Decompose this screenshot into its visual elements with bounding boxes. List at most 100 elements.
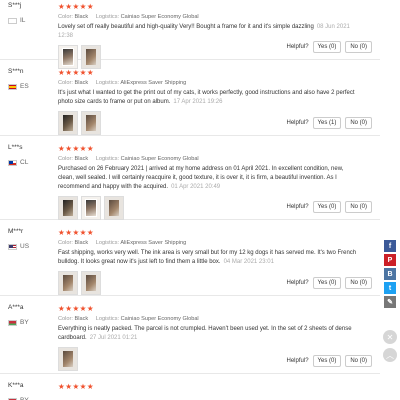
reviewer-name: M***r [8, 228, 24, 235]
review-meta: Color: Black Logistics: AliExpress Saver… [58, 240, 372, 246]
helpful-label: Helpful? [286, 44, 309, 50]
reviewer-info: K***a BY [0, 382, 46, 400]
flag-icon [8, 159, 17, 166]
review-photo[interactable] [58, 111, 78, 135]
helpful-vote: Helpful? Yes (0) No (0) [287, 201, 372, 213]
helpful-no-button[interactable]: No (0) [345, 277, 372, 289]
reviewer-country: IL [8, 17, 46, 24]
reviewer-name: S***n [8, 68, 24, 75]
flag-icon [8, 243, 17, 250]
review-photo[interactable] [58, 347, 78, 371]
color-label: Color: [58, 156, 73, 162]
review-photo[interactable] [58, 271, 78, 295]
review-item: M***r US ★★★★★ Color: Black Logistics: A… [0, 220, 380, 296]
helpful-no-button[interactable]: No (0) [345, 355, 372, 367]
review-item: L***s CL ★★★★★ Color: Black Logistics: C… [0, 136, 380, 220]
color-value: Black [74, 80, 89, 86]
country-code: IL [20, 17, 26, 24]
helpful-no-button[interactable]: No (0) [345, 41, 372, 53]
star-rating: ★★★★★ [58, 144, 95, 153]
helpful-label: Helpful? [286, 358, 309, 364]
logistics-label: Logistics: [95, 240, 120, 246]
reviewer-info: M***r US [0, 228, 46, 289]
country-code: US [20, 243, 30, 250]
helpful-yes-button[interactable]: Yes (0) [312, 41, 342, 53]
reviewer-info: L***s CL [0, 144, 46, 213]
reviewer-name: A***a [8, 304, 24, 311]
reviewer-country: ES [8, 83, 46, 90]
reviewer-name: S***j [8, 2, 22, 9]
review-text: It's just what I wanted to get the print… [58, 89, 358, 107]
review-body: Fast shipping, works very well. The ink … [58, 250, 357, 265]
helpful-vote: Helpful? Yes (0) No (0) [287, 41, 372, 53]
flag-icon [8, 83, 17, 90]
review-photo[interactable] [81, 196, 101, 220]
helpful-label: Helpful? [286, 120, 309, 126]
logistics-label: Logistics: [95, 156, 120, 162]
review-photo[interactable] [58, 196, 78, 220]
helpful-no-button[interactable]: No (0) [345, 117, 372, 129]
review-text: Fast shipping, works very well. The ink … [58, 249, 358, 267]
helpful-yes-button[interactable]: Yes (0) [312, 277, 342, 289]
twitter-icon[interactable]: t [384, 282, 396, 294]
star-rating: ★★★★★ [58, 228, 95, 237]
helpful-vote: Helpful? Yes (0) No (0) [287, 277, 372, 289]
color-label: Color: [58, 316, 73, 322]
logistics-value: AliExpress Saver Shipping [120, 80, 187, 86]
scroll-top-icon[interactable]: ︿ [383, 348, 397, 362]
review-photo[interactable] [104, 196, 124, 220]
helpful-vote: Helpful? Yes (1) No (0) [287, 117, 372, 129]
review-text: Lovely set off really beautiful and high… [58, 23, 358, 41]
review-meta: Color: Black Logistics: Cainiao Super Ec… [58, 14, 372, 20]
review-text: Purchased on 26 February 2021 | arrived … [58, 165, 358, 192]
review-photo[interactable] [81, 271, 101, 295]
country-code: CL [20, 159, 29, 166]
color-value: Black [74, 156, 89, 162]
helpful-yes-button[interactable]: Yes (1) [312, 117, 342, 129]
review-meta: Color: Black Logistics: Cainiao Super Ec… [58, 156, 372, 162]
reviewer-info: A***a BY [0, 304, 46, 367]
edit-icon[interactable]: ✎ [384, 296, 396, 308]
color-label: Color: [58, 80, 73, 86]
reviewer-info: S***j IL [0, 2, 46, 53]
color-value: Black [74, 240, 89, 246]
review-item: K***a BY ★★★★★ [0, 374, 380, 400]
reviewer-country: BY [8, 319, 46, 326]
share-bar: f P B t ✎ [384, 240, 396, 308]
review-item: A***a BY ★★★★★ Color: Black Logistics: C… [0, 296, 380, 374]
review-photo[interactable] [81, 111, 101, 135]
pinterest-icon[interactable]: P [384, 254, 396, 266]
vk-icon[interactable]: B [384, 268, 396, 280]
review-date: 01 Apr 2021 20:49 [171, 184, 221, 190]
review-meta: Color: Black Logistics: AliExpress Saver… [58, 80, 372, 86]
logistics-value: Cainiao Super Economy Global [120, 316, 199, 322]
logistics-value: Cainiao Super Economy Global [120, 14, 199, 20]
facebook-icon[interactable]: f [384, 240, 396, 252]
reviewer-info: S***n ES [0, 68, 46, 129]
close-icon[interactable]: ✕ [383, 330, 397, 344]
reviewer-country: US [8, 243, 46, 250]
star-rating: ★★★★★ [58, 382, 95, 391]
review-item: S***j IL ★★★★★ Color: Black Logistics: C… [0, 0, 380, 69]
review-date: 17 Apr 2021 19:26 [173, 99, 223, 105]
helpful-yes-button[interactable]: Yes (0) [312, 201, 342, 213]
star-rating: ★★★★★ [58, 68, 95, 77]
logistics-label: Logistics: [95, 80, 120, 86]
review-date: 04 Mar 2021 23:01 [223, 259, 274, 265]
flag-icon [8, 319, 17, 326]
reviews-list: S***j IL ★★★★★ Color: Black Logistics: C… [0, 0, 380, 400]
logistics-value: Cainiao Super Economy Global [120, 156, 199, 162]
flag-icon [8, 17, 17, 24]
reviewer-name: L***s [8, 144, 23, 151]
helpful-yes-button[interactable]: Yes (0) [312, 355, 342, 367]
reviewer-country: CL [8, 159, 46, 166]
helpful-no-button[interactable]: No (0) [345, 201, 372, 213]
review-item: S***n ES ★★★★★ Color: Black Logistics: A… [0, 60, 380, 136]
review-date: 27 Jul 2021 01:21 [89, 335, 138, 341]
review-content: ★★★★★ [46, 382, 380, 400]
review-body: Lovely set off really beautiful and high… [58, 24, 314, 30]
helpful-label: Helpful? [286, 204, 309, 210]
color-value: Black [74, 14, 89, 20]
helpful-vote: Helpful? Yes (0) No (0) [287, 355, 372, 367]
helpful-label: Helpful? [286, 280, 309, 286]
